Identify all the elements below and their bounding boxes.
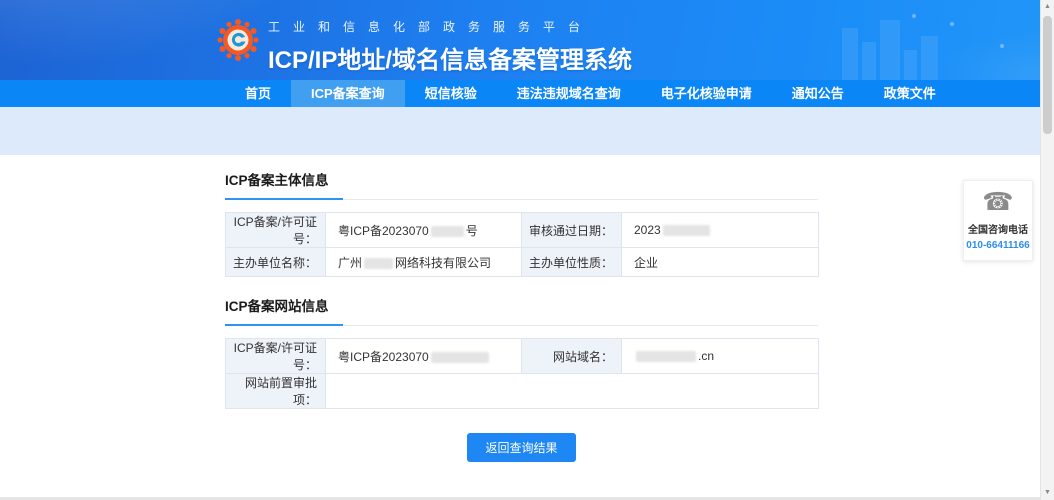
subject-license-value: 粤ICP备2023070 号 <box>326 213 522 248</box>
system-title: ICP/IP地址/域名信息备案管理系统 <box>268 40 632 75</box>
subject-info-title: ICP备案主体信息 <box>225 173 329 188</box>
subject-info-section-head: ICP备案主体信息 <box>225 169 818 200</box>
org-name-suffix: 网络科技有限公司 <box>395 256 491 270</box>
domain-label: 网站域名： <box>522 339 622 374</box>
header-decoration <box>862 42 876 80</box>
website-info-table: ICP备案/许可证号： 粤ICP备2023070 网站域名： .cn 网站前置审… <box>225 338 819 409</box>
telephone-icon: ☎ <box>964 190 1032 215</box>
website-license-value: 粤ICP备2023070 <box>326 339 522 374</box>
nav-item-policy-files[interactable]: 政策文件 <box>864 80 956 107</box>
website-license-prefix: 粤ICP备2023070 <box>338 350 429 364</box>
platform-title: 工业和信息化部政务服务平台 <box>268 18 632 35</box>
redacted-text <box>364 258 393 269</box>
subject-license-label: ICP备案/许可证号： <box>226 213 326 248</box>
header-decoration <box>921 36 938 80</box>
scroll-up-arrow[interactable]: ▲ <box>1041 0 1054 14</box>
contact-label: 全国咨询电话 <box>964 221 1032 236</box>
gear-e-logo-icon <box>214 16 262 64</box>
audit-date-value: 2023 <box>622 213 819 248</box>
redacted-text <box>431 352 489 363</box>
header-decoration <box>940 30 1054 80</box>
org-name-label: 主办单位名称： <box>226 248 326 277</box>
table-row: ICP备案/许可证号： 粤ICP备2023070 网站域名： .cn <box>226 339 819 374</box>
audit-date-label: 审核通过日期： <box>522 213 622 248</box>
website-info-title: ICP备案网站信息 <box>225 299 329 314</box>
scrollbar[interactable]: ▲ ▼ <box>1040 0 1054 500</box>
org-name-value: 广州 网络科技有限公司 <box>326 248 522 277</box>
main-nav: 首页 ICP备案查询 短信核验 违法违规域名查询 电子化核验申请 通知公告 政策… <box>0 80 1054 107</box>
audit-date-prefix: 2023 <box>634 223 661 237</box>
nav-item-e-verification[interactable]: 电子化核验申请 <box>641 80 772 107</box>
pre-approval-value <box>326 374 819 409</box>
subject-license-suffix: 号 <box>466 224 478 238</box>
main-content: ICP备案主体信息 ICP备案/许可证号： 粤ICP备2023070 号 审核通过… <box>225 169 818 462</box>
pre-approval-label: 网站前置审批项： <box>226 374 326 409</box>
subject-license-prefix: 粤ICP备2023070 <box>338 224 429 238</box>
nav-item-icp-query[interactable]: ICP备案查询 <box>291 80 405 107</box>
contact-phone-number: 010-66411166 <box>964 240 1032 251</box>
nav-item-home[interactable]: 首页 <box>225 80 291 107</box>
header-decoration <box>912 14 916 18</box>
website-info-section-head: ICP备案网站信息 <box>225 295 818 326</box>
nav-item-sms-verify[interactable]: 短信核验 <box>405 80 497 107</box>
page: 工业和信息化部政务服务平台 ICP/IP地址/域名信息备案管理系统 首页 ICP… <box>0 0 1054 500</box>
redacted-text <box>431 226 464 237</box>
redacted-text <box>636 351 696 362</box>
table-row: 网站前置审批项： <box>226 374 819 409</box>
scroll-down-arrow[interactable]: ▼ <box>1041 486 1054 500</box>
header-decoration <box>950 22 954 26</box>
header-decoration <box>880 20 900 80</box>
header: 工业和信息化部政务服务平台 ICP/IP地址/域名信息备案管理系统 <box>0 0 1054 80</box>
org-name-prefix: 广州 <box>338 256 362 270</box>
subject-info-table: ICP备案/许可证号： 粤ICP备2023070 号 审核通过日期： 2023 主… <box>225 212 819 277</box>
org-nature-label: 主办单位性质： <box>522 248 622 277</box>
domain-suffix: .cn <box>698 349 714 363</box>
redacted-text <box>663 225 710 236</box>
website-license-label: ICP备案/许可证号： <box>226 339 326 374</box>
header-decoration <box>1000 44 1004 48</box>
header-decoration <box>842 28 858 80</box>
org-nature-value: 企业 <box>622 248 819 277</box>
domain-value: .cn <box>622 339 819 374</box>
search-band: 广州科技有限公司 搜索 <box>0 107 1054 155</box>
back-to-results-button[interactable]: 返回查询结果 <box>467 433 575 462</box>
scrollbar-thumb[interactable] <box>1043 16 1052 134</box>
nav-item-notices[interactable]: 通知公告 <box>772 80 864 107</box>
contact-box: ☎ 全国咨询电话 010-66411166 <box>963 180 1033 261</box>
nav-item-illegal-domain-query[interactable]: 违法违规域名查询 <box>497 80 641 107</box>
table-row: ICP备案/许可证号： 粤ICP备2023070 号 审核通过日期： 2023 <box>226 213 819 248</box>
table-row: 主办单位名称： 广州 网络科技有限公司 主办单位性质： 企业 <box>226 248 819 277</box>
header-decoration <box>904 50 917 80</box>
